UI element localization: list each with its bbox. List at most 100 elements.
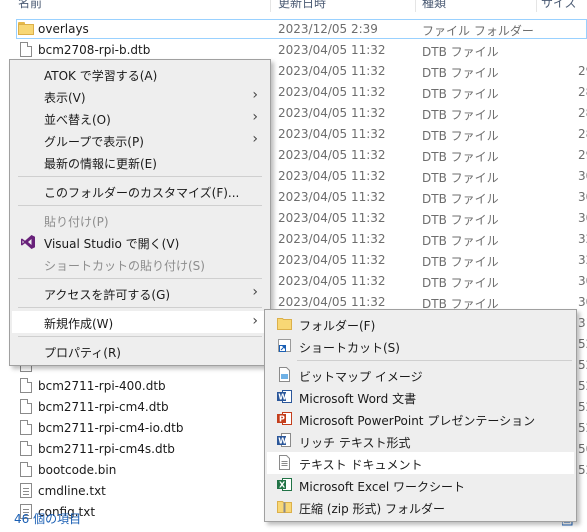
column-divider[interactable] bbox=[415, 0, 416, 12]
file-type: DTB ファイル bbox=[422, 66, 499, 80]
new-powerpoint-item[interactable]: P Microsoft PowerPoint プレゼンテーション bbox=[267, 408, 574, 430]
file-name: bcm2711-rpi-400.dtb bbox=[38, 379, 166, 393]
column-date-header[interactable]: 更新日時 bbox=[278, 0, 326, 11]
chevron-right-icon: › bbox=[252, 131, 258, 147]
column-size-header[interactable]: サイズ bbox=[541, 0, 577, 11]
text-file-icon bbox=[20, 483, 32, 498]
menu-separator bbox=[18, 307, 262, 308]
file-size: 52 bbox=[578, 421, 587, 435]
file-date: 2023/04/05 11:32 bbox=[278, 64, 386, 78]
file-date: 2023/04/05 11:32 bbox=[278, 169, 386, 183]
file-name: overlays bbox=[38, 22, 89, 36]
new-zip-folder-item[interactable]: 圧縮 (zip 形式) フォルダー bbox=[267, 496, 574, 518]
file-row[interactable]: bcm2708-rpi-b.dtb 2023/04/05 11:32 DTB ファイ… bbox=[0, 40, 587, 61]
file-name: bcm2711-rpi-cm4-io.dtb bbox=[38, 421, 184, 435]
file-size: 50 bbox=[578, 442, 587, 456]
new-excel-item[interactable]: X Microsoft Excel ワークシート bbox=[267, 474, 574, 496]
file-type: DTB ファイル bbox=[422, 45, 499, 59]
menu-separator bbox=[18, 278, 262, 279]
menu-separator bbox=[297, 360, 572, 361]
powerpoint-icon: P bbox=[277, 411, 292, 426]
file-size: 31 bbox=[578, 316, 587, 330]
svg-text:P: P bbox=[279, 415, 285, 424]
new-rtf-item[interactable]: W リッチ テキスト形式 bbox=[267, 430, 574, 452]
chevron-right-icon: › bbox=[252, 284, 258, 300]
file-size: 28 bbox=[578, 85, 587, 99]
file-type: DTB ファイル bbox=[422, 87, 499, 101]
file-name: bootcode.bin bbox=[38, 463, 117, 477]
menu-separator bbox=[18, 176, 262, 177]
file-row[interactable]: overlays 2023/12/05 2:39 ファイル フォルダー bbox=[0, 19, 587, 40]
file-size: 52 bbox=[578, 337, 587, 351]
file-type: ファイル フォルダー bbox=[422, 24, 534, 38]
new-bitmap-item[interactable]: ビットマップ イメージ bbox=[267, 364, 574, 386]
file-size: 30 bbox=[578, 274, 587, 288]
menu-separator bbox=[18, 336, 262, 337]
file-size: 52 bbox=[578, 400, 587, 414]
text-document-icon bbox=[277, 455, 292, 470]
column-type-header[interactable]: 種類 bbox=[422, 0, 446, 11]
bitmap-icon bbox=[277, 367, 292, 382]
file-size: 28 bbox=[578, 127, 587, 141]
file-type: DTB ファイル bbox=[422, 192, 499, 206]
file-size: 30 bbox=[578, 169, 587, 183]
file-type: DTB ファイル bbox=[422, 255, 499, 269]
column-divider[interactable] bbox=[536, 0, 537, 12]
menu-item-new[interactable]: 新規作成(W) › bbox=[12, 311, 268, 333]
file-type: DTB ファイル bbox=[422, 150, 499, 164]
menu-item-open-visual-studio[interactable]: Visual Studio で開く(V) bbox=[12, 231, 268, 253]
new-text-document-item[interactable]: テキスト ドキュメント bbox=[267, 452, 574, 474]
file-name: cmdline.txt bbox=[38, 484, 106, 498]
menu-item-view[interactable]: 表示(V) › bbox=[12, 85, 268, 107]
file-date: 2023/04/05 11:32 bbox=[278, 127, 386, 141]
rtf-icon: W bbox=[277, 433, 292, 448]
svg-text:W: W bbox=[278, 437, 287, 446]
menu-item-paste: 貼り付け(P) bbox=[44, 215, 109, 229]
file-date: 2023/04/05 11:32 bbox=[278, 106, 386, 120]
file-date: 2023/04/05 11:32 bbox=[278, 190, 386, 204]
menu-item-customize-folder[interactable]: このフォルダーのカスタマイズ(F)... bbox=[12, 180, 268, 202]
new-submenu: フォルダー(F) ショートカット(S) ビットマップ イメージ W Micros… bbox=[264, 309, 577, 522]
file-size: 52 bbox=[578, 358, 587, 372]
menu-separator bbox=[18, 205, 262, 206]
new-word-item[interactable]: W Microsoft Word 文書 bbox=[267, 386, 574, 408]
column-header: 名前 更新日時 種類 サイズ bbox=[0, 0, 587, 12]
file-name: bcm2708-rpi-b.dtb bbox=[38, 43, 151, 57]
menu-item-paste-shortcut: ショートカットの貼り付け(S) bbox=[44, 259, 205, 273]
new-folder-item[interactable]: フォルダー(F) bbox=[267, 313, 574, 335]
word-icon: W bbox=[277, 389, 292, 404]
svg-text:W: W bbox=[278, 393, 287, 402]
menu-item-give-access[interactable]: アクセスを許可する(G) › bbox=[12, 282, 268, 304]
file-date: 2023/04/05 11:32 bbox=[278, 148, 386, 162]
file-date: 2023/04/05 11:32 bbox=[278, 43, 386, 57]
file-size: 52 bbox=[578, 379, 587, 393]
column-divider[interactable] bbox=[270, 0, 271, 12]
file-icon bbox=[20, 399, 32, 414]
folder-icon bbox=[277, 316, 292, 331]
file-size: 30 bbox=[578, 190, 587, 204]
file-date: 2023/04/05 11:32 bbox=[278, 253, 386, 267]
folder-icon bbox=[18, 22, 34, 35]
column-name-header[interactable]: 名前 bbox=[18, 0, 42, 11]
chevron-right-icon: › bbox=[252, 87, 258, 103]
excel-icon: X bbox=[277, 477, 292, 492]
chevron-right-icon: › bbox=[252, 313, 258, 329]
file-date: 2023/12/05 2:39 bbox=[278, 22, 378, 36]
menu-item-refresh[interactable]: 最新の情報に更新(E) bbox=[12, 151, 268, 173]
file-icon bbox=[20, 378, 32, 393]
file-name: bcm2711-rpi-cm4.dtb bbox=[38, 400, 169, 414]
file-type: DTB ファイル bbox=[422, 213, 499, 227]
menu-item-properties[interactable]: プロパティ(R) bbox=[12, 340, 268, 362]
visual-studio-icon bbox=[21, 235, 35, 249]
menu-item-sort[interactable]: 並べ替え(O) › bbox=[12, 107, 268, 129]
menu-item-group-by[interactable]: グループで表示(P) › bbox=[12, 129, 268, 151]
file-name: bcm2711-rpi-cm4s.dtb bbox=[38, 442, 175, 456]
new-shortcut-item[interactable]: ショートカット(S) bbox=[267, 335, 574, 357]
file-icon bbox=[20, 441, 32, 456]
file-size: 30 bbox=[578, 211, 587, 225]
file-size: 52 bbox=[578, 463, 587, 477]
file-date: 2023/04/05 11:32 bbox=[278, 295, 386, 309]
file-type: DTB ファイル bbox=[422, 129, 499, 143]
menu-item-atok[interactable]: ATOK で学習する(A) bbox=[12, 63, 268, 85]
item-count: 46 個の項目 bbox=[14, 512, 82, 526]
